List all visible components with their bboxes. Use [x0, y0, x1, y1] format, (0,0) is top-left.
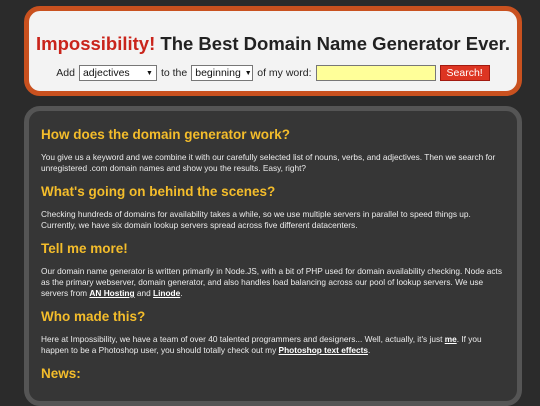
- section-body-who: Here at Impossibility, we have a team of…: [41, 334, 505, 356]
- header-box: Impossibility! The Best Domain Name Gene…: [24, 6, 522, 96]
- dropdown-arrow-icon: ▼: [146, 69, 153, 77]
- text-span: Here at Impossibility, we have a team of…: [41, 334, 445, 344]
- me-link[interactable]: me: [445, 334, 457, 344]
- add-label: Add: [56, 67, 75, 79]
- position-select[interactable]: beginning ▼: [191, 65, 254, 81]
- section-heading-behind: What's going on behind the scenes?: [41, 184, 276, 199]
- info-panel: How does the domain generator work? You …: [24, 106, 522, 406]
- brand-name: Impossibility!: [36, 33, 156, 54]
- page-title: Impossibility! The Best Domain Name Gene…: [29, 33, 517, 55]
- section-body-how: You give us a keyword and we combine it …: [41, 152, 496, 173]
- section-heading-who: Who made this?: [41, 309, 146, 324]
- linode-link[interactable]: Linode: [153, 288, 180, 298]
- text-span: .: [180, 288, 183, 298]
- section-heading-more: Tell me more!: [41, 241, 128, 256]
- an-hosting-link[interactable]: AN Hosting: [89, 288, 134, 298]
- search-form: Add adjectives ▼ to the beginning ▼ of m…: [29, 65, 517, 81]
- position-value: beginning: [195, 67, 241, 79]
- dropdown-arrow-icon: ▼: [244, 69, 252, 77]
- text-span: .: [367, 345, 371, 355]
- word-type-select[interactable]: adjectives ▼: [78, 65, 157, 81]
- text-span: and: [134, 288, 154, 298]
- section-heading-how: How does the domain generator work?: [41, 127, 291, 142]
- tagline: The Best Domain Name Generator Ever.: [160, 33, 510, 54]
- to-the-label: to the: [160, 67, 188, 79]
- word-input[interactable]: [315, 65, 436, 81]
- section-body-more: Our domain name generator is written pri…: [41, 266, 505, 299]
- of-my-word-label: of my word:: [257, 67, 312, 79]
- word-type-value: adjectives: [82, 67, 130, 79]
- section-heading-news: News:: [41, 366, 81, 381]
- section-body-behind: Checking hundreds of domains for availab…: [41, 209, 471, 230]
- search-button[interactable]: Search!: [439, 65, 490, 81]
- photoshop-text-effects-link[interactable]: Photoshop text effects: [279, 345, 368, 355]
